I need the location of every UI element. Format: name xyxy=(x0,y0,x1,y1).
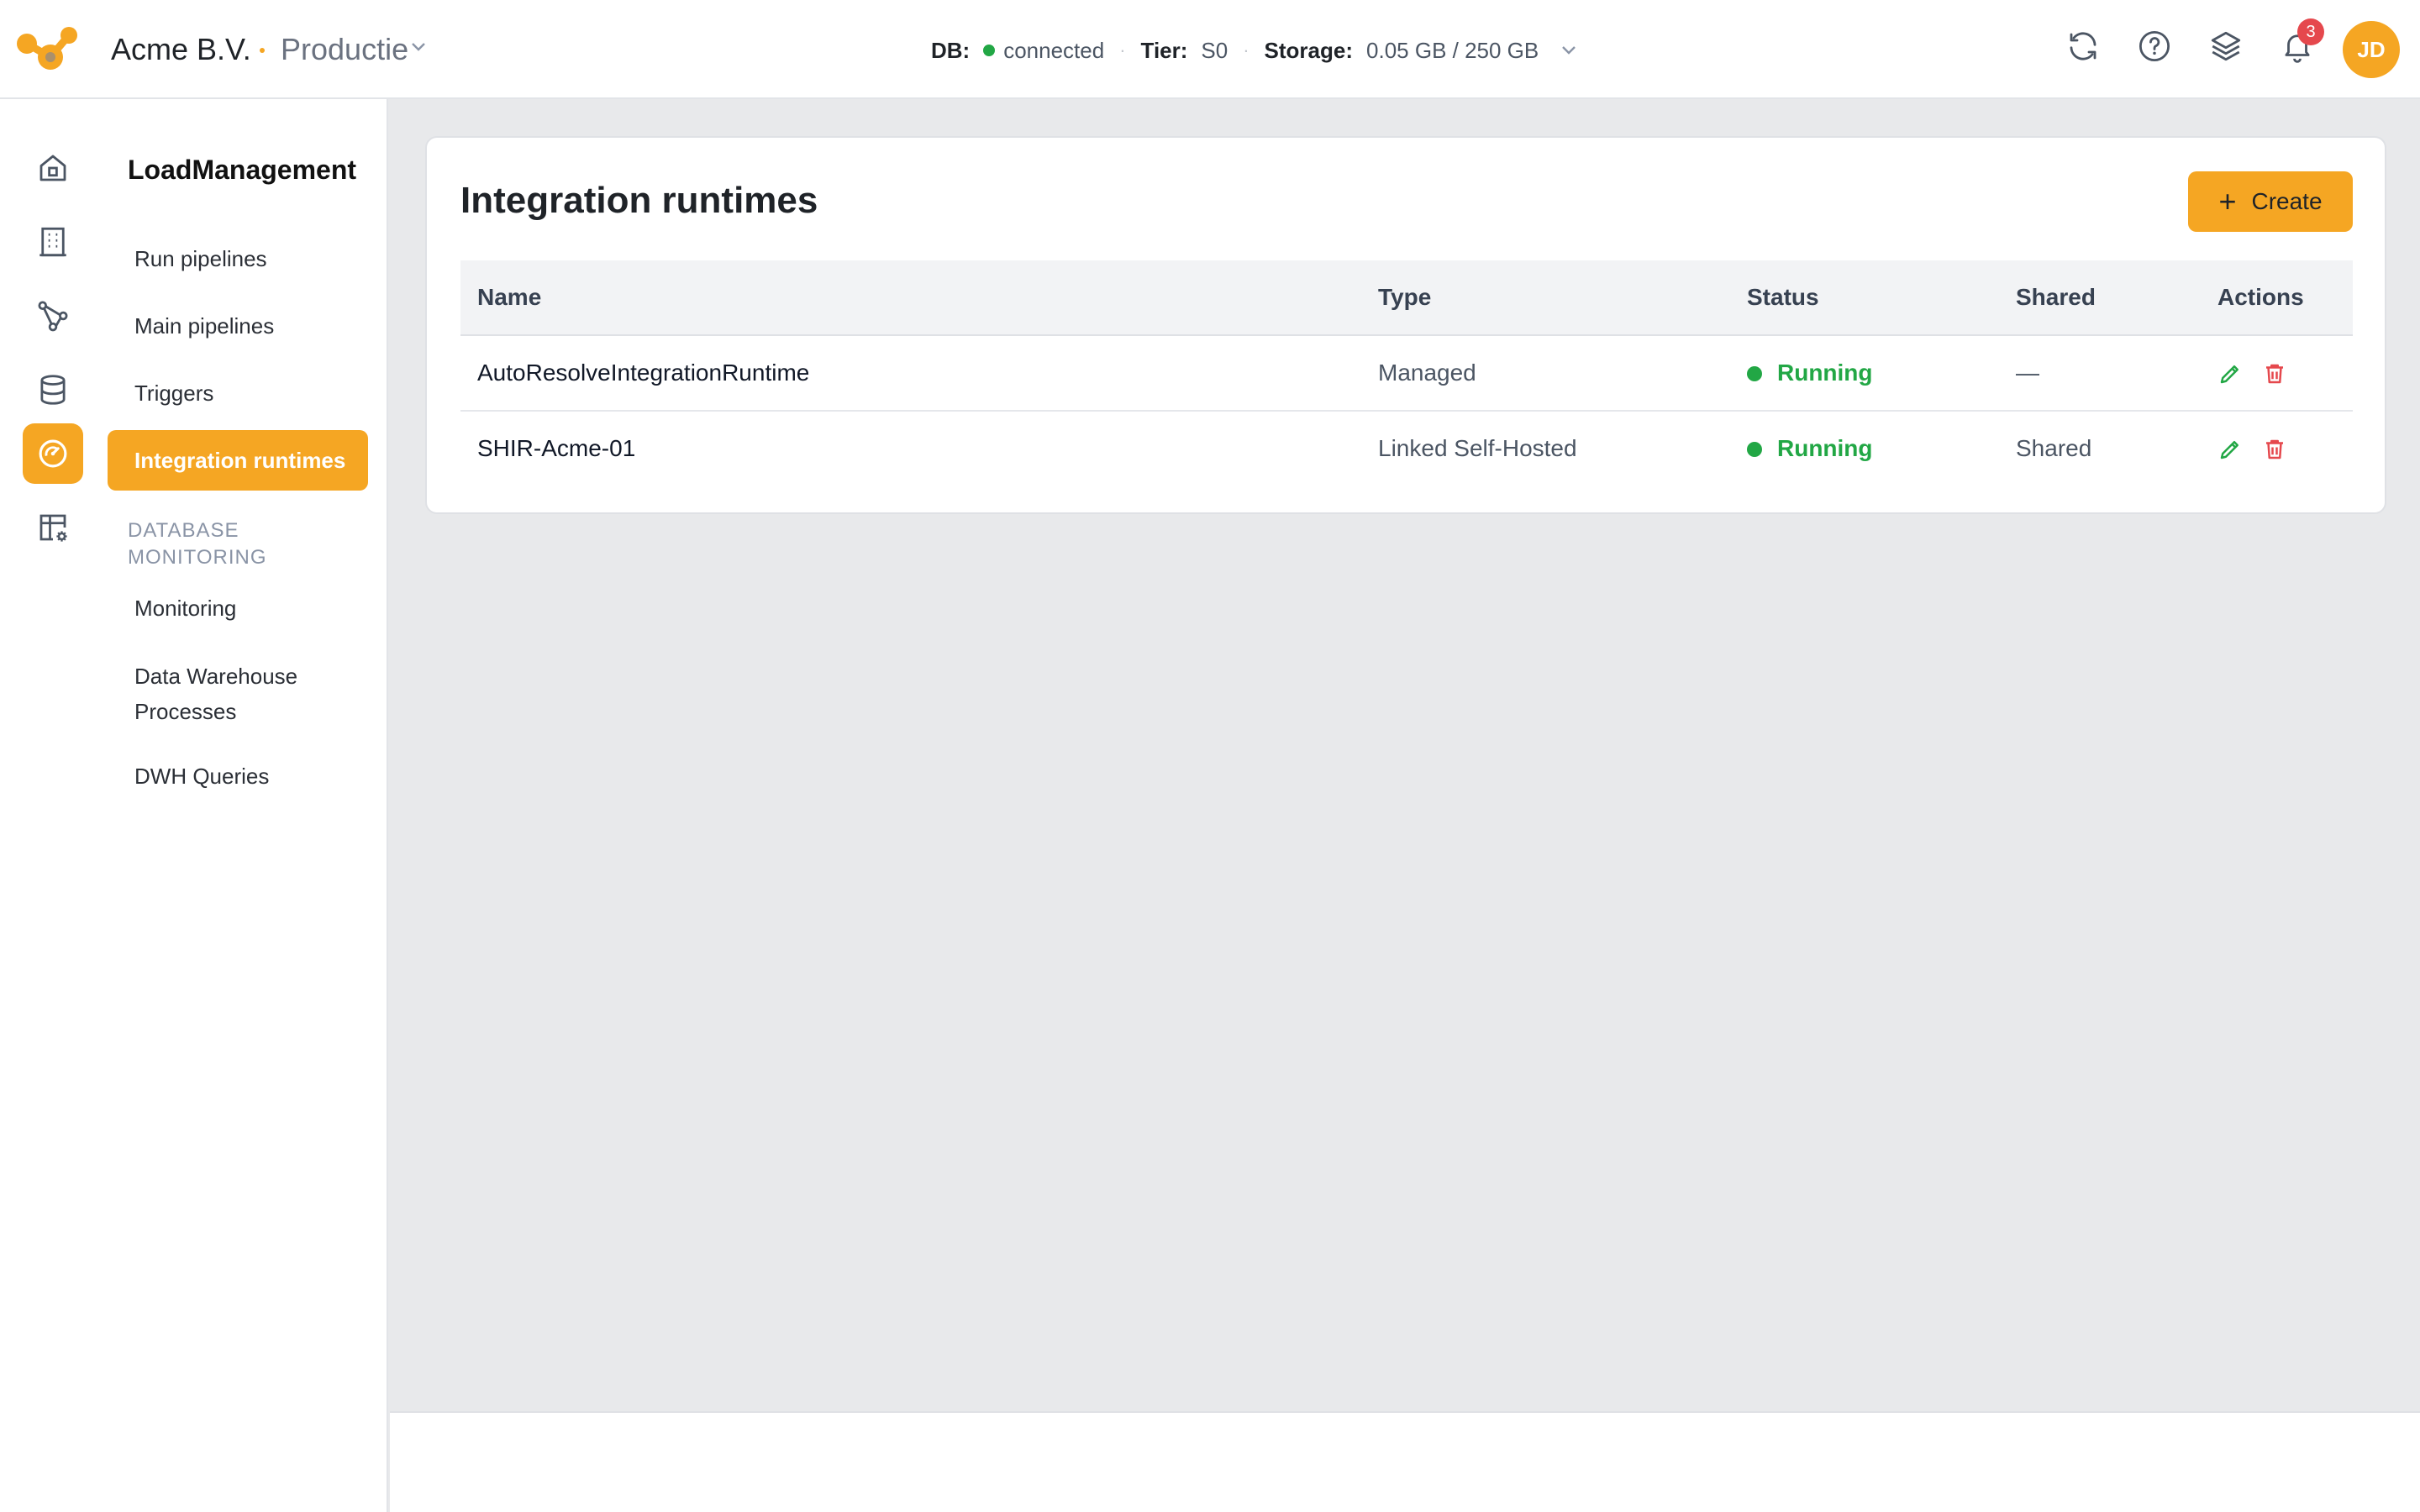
sidebar-item-monitoring[interactable]: Monitoring xyxy=(134,591,236,625)
chevron-down-icon[interactable] xyxy=(1560,45,1577,56)
layers-icon[interactable] xyxy=(2208,29,2244,64)
create-button-label: Create xyxy=(2251,188,2323,214)
edit-icon[interactable] xyxy=(2217,361,2243,386)
help-icon[interactable] xyxy=(2137,29,2172,64)
sidebar-item-run-pipelines[interactable]: Run pipelines xyxy=(134,242,267,276)
separator-dot: · xyxy=(1243,39,1249,60)
sidebar-item-main-pipelines[interactable]: Main pipelines xyxy=(134,309,274,343)
chevron-down-icon[interactable] xyxy=(410,41,427,53)
sidebar-item-triggers[interactable]: Triggers xyxy=(134,376,213,410)
table-row[interactable]: AutoResolveIntegrationRuntime Managed Ru… xyxy=(460,336,2353,412)
plus-icon: + xyxy=(2218,184,2237,218)
sidebar: LoadManagement Run pipelines Main pipeli… xyxy=(0,99,388,1512)
building-icon xyxy=(39,227,66,257)
runtime-status: Running xyxy=(1747,360,1873,386)
tier-value: S0 xyxy=(1201,37,1228,63)
environment-separator-dot xyxy=(260,48,265,53)
environment-selector[interactable]: Productie xyxy=(281,32,408,67)
runtime-shared: — xyxy=(2016,360,2039,386)
db-label: DB: xyxy=(931,37,971,63)
storage-label: Storage: xyxy=(1264,37,1354,63)
runtime-name[interactable]: SHIR-Acme-01 xyxy=(477,435,635,462)
rail-database-button[interactable] xyxy=(23,360,83,420)
runtime-name[interactable]: AutoResolveIntegrationRuntime xyxy=(477,360,809,386)
connected-status-dot xyxy=(983,45,996,56)
column-header-name[interactable]: Name xyxy=(477,284,541,311)
sidebar-item-data-warehouse-processes[interactable]: Data Warehouse Processes xyxy=(134,659,328,729)
integration-runtimes-card: Integration runtimes + Create Name Type … xyxy=(425,136,2386,514)
runtime-status-label: Running xyxy=(1777,435,1873,461)
connection-status-bar: DB: connected · Tier: S0 · Storage: 0.05… xyxy=(931,37,1577,64)
table-row[interactable]: SHIR-Acme-01 Linked Self-Hosted Running … xyxy=(460,412,2353,487)
gauge-icon xyxy=(39,439,67,468)
acme-logo-icon[interactable] xyxy=(17,25,79,71)
column-header-actions: Actions xyxy=(2217,284,2304,310)
column-header-shared[interactable]: Shared xyxy=(2016,284,2096,311)
trash-icon[interactable] xyxy=(2262,437,2287,462)
table-settings-icon xyxy=(39,514,67,542)
rail-pipeline-button[interactable] xyxy=(23,286,83,346)
rail-table-settings-button[interactable] xyxy=(23,497,83,558)
rail-building-button[interactable] xyxy=(23,212,83,272)
tier-label: Tier: xyxy=(1140,37,1188,63)
trash-icon[interactable] xyxy=(2262,361,2287,386)
sidebar-item-integration-runtimes[interactable]: Integration runtimes xyxy=(108,430,368,491)
running-status-dot xyxy=(1747,442,1762,457)
footer-bar xyxy=(390,1411,2420,1512)
db-status-value: connected xyxy=(1003,37,1105,63)
column-header-status[interactable]: Status xyxy=(1747,284,1819,311)
refresh-icon[interactable] xyxy=(2065,29,2101,64)
company-name: Acme B.V. xyxy=(111,32,251,66)
sidebar-title: LoadManagement xyxy=(128,155,357,185)
runtime-status-label: Running xyxy=(1777,360,1873,386)
running-status-dot xyxy=(1747,366,1762,381)
table-header: Name Type Status Shared Actions xyxy=(460,260,2353,336)
home-icon xyxy=(39,155,66,181)
database-icon xyxy=(40,375,66,405)
sidebar-item-dwh-queries[interactable]: DWH Queries xyxy=(134,759,269,793)
pipeline-icon xyxy=(38,301,68,332)
notification-badge: 3 xyxy=(2297,18,2324,45)
storage-value: 0.05 GB / 250 GB xyxy=(1366,37,1539,63)
top-header: Acme B.V. Productie DB: connected · Tier… xyxy=(0,0,2420,99)
runtime-type: Managed xyxy=(1378,360,1476,386)
user-avatar[interactable]: JD xyxy=(2343,21,2400,78)
column-header-type[interactable]: Type xyxy=(1378,284,1431,311)
sidebar-section-database-monitoring: DATABASE MONITORING xyxy=(128,519,267,569)
runtime-status: Running xyxy=(1747,435,1873,462)
edit-icon[interactable] xyxy=(2217,437,2243,462)
separator-dot: · xyxy=(1119,39,1126,60)
create-button[interactable]: + Create xyxy=(2188,171,2353,232)
rail-home-button[interactable] xyxy=(23,138,83,198)
runtime-shared: Shared xyxy=(2016,435,2092,461)
runtimes-table: Name Type Status Shared Actions AutoReso… xyxy=(460,260,2353,487)
runtime-type: Linked Self-Hosted xyxy=(1378,435,1577,461)
page-title: Integration runtimes xyxy=(460,180,818,221)
rail-gauge-button[interactable] xyxy=(23,423,83,484)
